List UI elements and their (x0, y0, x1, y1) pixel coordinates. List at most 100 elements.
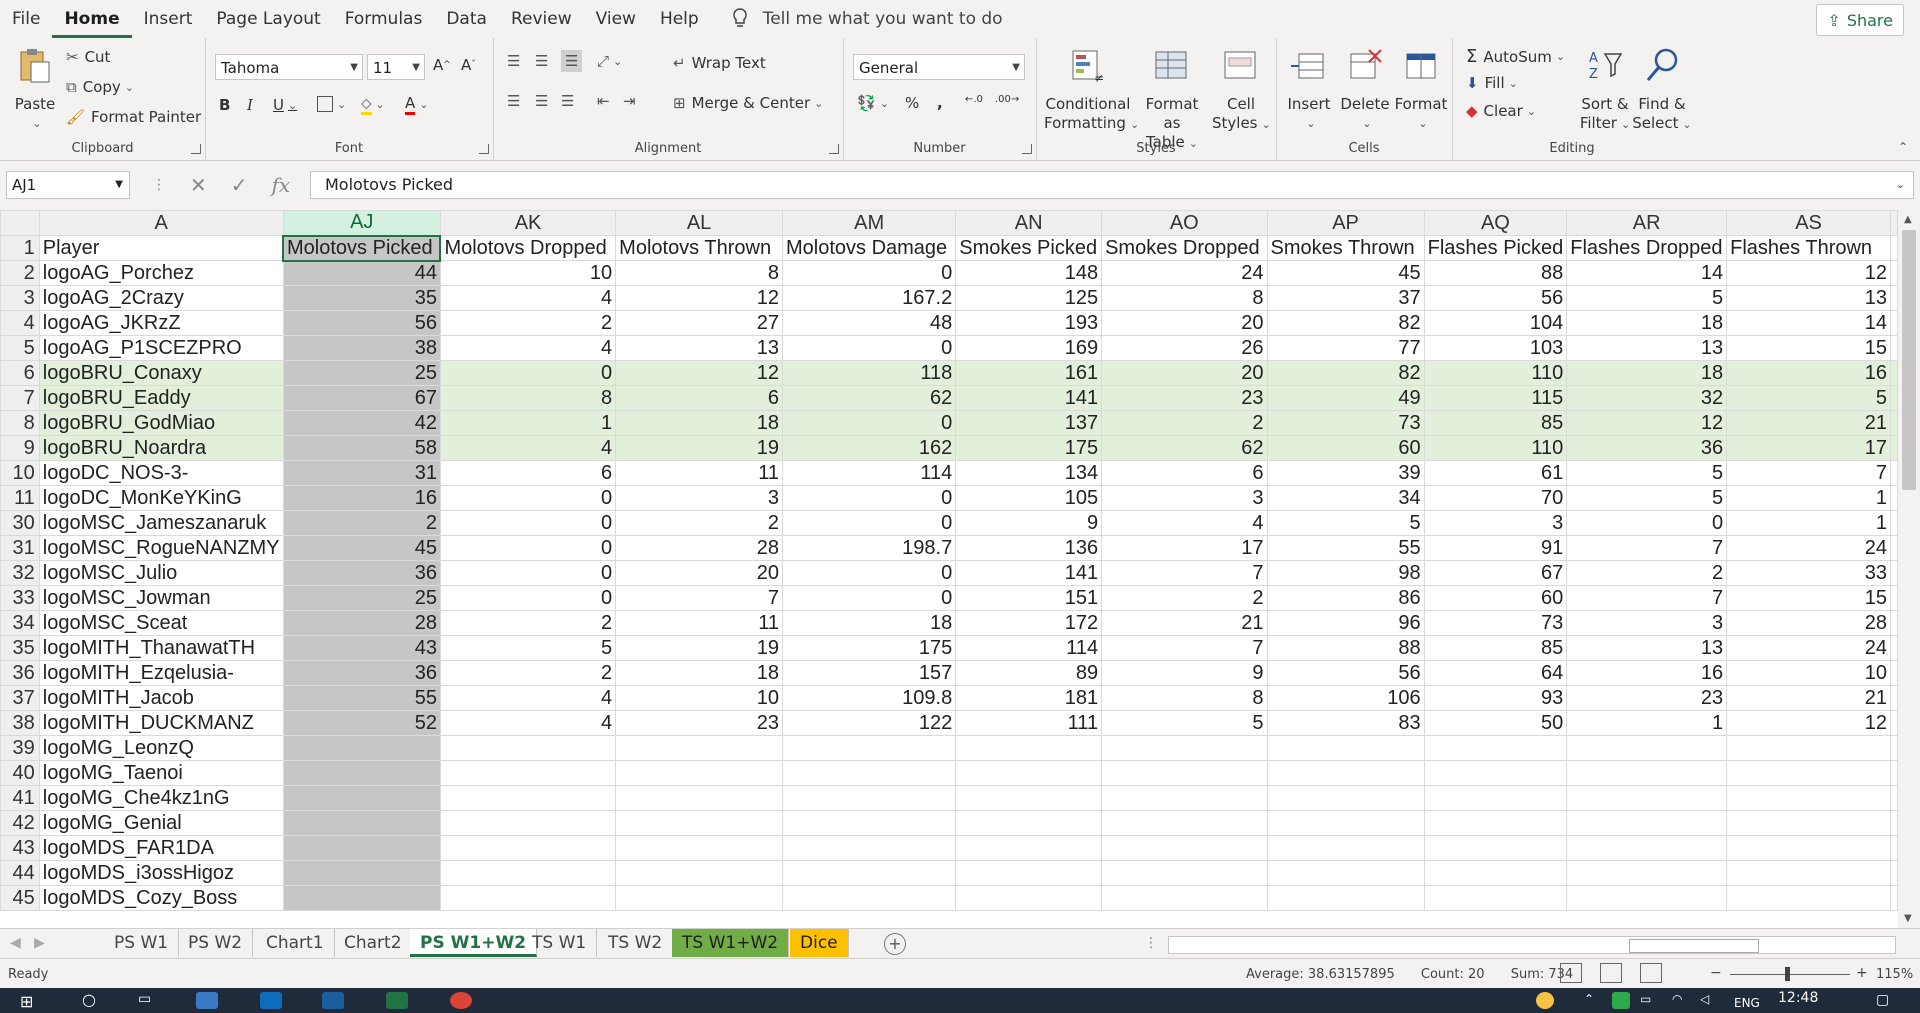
cell[interactable]: 167.2 (781, 285, 957, 311)
cell[interactable]: 17 (1726, 435, 1891, 461)
decrease-decimal-button[interactable]: .00→ (995, 94, 1019, 105)
cell[interactable]: 4 (439, 685, 617, 711)
format-cells-button[interactable]: Format ⌄ (1394, 46, 1448, 133)
row-header[interactable]: 10 (0, 460, 40, 486)
cell[interactable] (1423, 760, 1568, 786)
cell[interactable]: 85 (1423, 410, 1568, 436)
share-button[interactable]: ⇪ Share (1816, 4, 1904, 36)
cell[interactable]: 2 (1566, 560, 1728, 586)
splitter-icon[interactable]: ⋮ (1144, 935, 1158, 951)
cell[interactable]: 13 (1566, 635, 1728, 661)
cell[interactable]: logoBRU_Eaddy (38, 385, 284, 411)
clock[interactable]: 12:48 (1778, 990, 1818, 1006)
cell[interactable]: 88 (1266, 635, 1425, 661)
cell[interactable] (1566, 860, 1728, 886)
cell[interactable]: logoMITH_Ezqelusia- (38, 660, 284, 686)
windows-start-icon[interactable]: ⊞ (20, 992, 33, 1011)
cell[interactable]: 3 (615, 485, 783, 511)
cell[interactable]: 2 (1101, 410, 1268, 436)
dialog-launcher-icon[interactable] (479, 144, 489, 154)
cell[interactable]: 67 (1423, 560, 1568, 586)
cell[interactable]: 60 (1423, 585, 1568, 611)
cell[interactable] (282, 860, 441, 886)
cell[interactable] (1890, 335, 1898, 361)
cell[interactable]: logoAG_Porchez (38, 260, 284, 286)
cell[interactable]: 5 (1266, 510, 1425, 536)
cell[interactable]: logoBRU_GodMiao (38, 410, 284, 436)
cell[interactable] (1890, 810, 1898, 836)
cell[interactable]: logoDC_MonKeYKinG (38, 485, 284, 511)
task-view-icon[interactable]: ▭ (138, 991, 151, 1007)
cell[interactable]: 16 (1566, 660, 1728, 686)
cell[interactable] (1890, 410, 1898, 436)
cell[interactable]: logoMG_Che4kz1nG (38, 785, 284, 811)
cell[interactable]: 35 (282, 285, 441, 311)
row-header[interactable]: 7 (0, 385, 40, 411)
cell[interactable] (1423, 885, 1568, 911)
cell[interactable] (282, 735, 441, 761)
cell[interactable] (781, 835, 957, 861)
cell[interactable]: 110 (1423, 435, 1568, 461)
tab-nav-arrows[interactable]: ◀ ▶ (10, 935, 45, 951)
cell[interactable] (1566, 785, 1728, 811)
cell[interactable]: 42 (282, 410, 441, 436)
cell[interactable]: 82 (1266, 310, 1425, 336)
zoom-level[interactable]: 115% (1876, 967, 1913, 982)
cell[interactable]: Molotovs Damage (781, 235, 957, 261)
cell[interactable]: 114 (955, 635, 1103, 661)
cell[interactable] (439, 860, 617, 886)
align-top-button[interactable]: ☰ (507, 52, 520, 70)
row-header[interactable]: 35 (0, 635, 40, 661)
cell[interactable]: 45 (282, 535, 441, 561)
cell[interactable]: 13 (1726, 285, 1891, 311)
cell[interactable] (1890, 760, 1898, 786)
cell[interactable]: 106 (1266, 685, 1425, 711)
row-header[interactable]: 11 (0, 485, 40, 511)
cell[interactable]: 31 (282, 460, 441, 486)
cell[interactable] (1890, 685, 1898, 711)
cell[interactable]: 23 (1101, 385, 1268, 411)
cell[interactable] (955, 860, 1103, 886)
insert-function-icon[interactable]: fx (272, 173, 291, 197)
cell[interactable]: 12 (1726, 710, 1891, 736)
borders-button[interactable]: ⌄ (317, 96, 346, 112)
cell[interactable]: 25 (282, 360, 441, 386)
align-right-button[interactable]: ☰ (561, 92, 574, 110)
cell[interactable]: 28 (282, 610, 441, 636)
format-as-table-button[interactable]: Format as Table ⌄ (1136, 46, 1208, 153)
cell[interactable]: 3 (1566, 610, 1728, 636)
cell[interactable]: 77 (1266, 335, 1425, 361)
cell[interactable]: 18 (615, 660, 783, 686)
cell[interactable]: 0 (439, 510, 617, 536)
cell[interactable]: 4 (439, 710, 617, 736)
cell[interactable] (615, 735, 783, 761)
cell[interactable] (955, 735, 1103, 761)
cell[interactable]: logoMG_LeonzQ (38, 735, 284, 761)
cell[interactable] (1101, 860, 1268, 886)
column-header-ak[interactable]: AK (439, 210, 617, 236)
cell[interactable] (1423, 810, 1568, 836)
percent-button[interactable]: % (905, 94, 919, 112)
wrap-text-button[interactable]: ↵ Wrap Text (673, 54, 766, 72)
cell[interactable]: 122 (781, 710, 957, 736)
cell[interactable] (439, 885, 617, 911)
cell[interactable]: 20 (1101, 310, 1268, 336)
horizontal-scroll-thumb[interactable] (1629, 939, 1759, 953)
cell[interactable]: 39 (1266, 460, 1425, 486)
cell[interactable] (1266, 860, 1425, 886)
merge-center-button[interactable]: ⊞ Merge & Center ⌄ (673, 94, 823, 112)
cell[interactable]: 24 (1726, 535, 1891, 561)
dialog-launcher-icon[interactable] (1022, 144, 1032, 154)
italic-button[interactable]: I (247, 96, 253, 114)
cell[interactable] (282, 885, 441, 911)
cell[interactable] (282, 760, 441, 786)
cell[interactable]: 8 (439, 385, 617, 411)
cell[interactable] (1423, 735, 1568, 761)
normal-view-icon[interactable] (1560, 963, 1582, 983)
clear-button[interactable]: ◆ Clear ⌄ (1466, 102, 1536, 120)
cell[interactable]: 18 (1566, 310, 1728, 336)
cell[interactable]: 73 (1266, 410, 1425, 436)
cell[interactable]: 89 (955, 660, 1103, 686)
cell[interactable] (1890, 260, 1898, 286)
align-bottom-button[interactable]: ☰ (561, 50, 583, 72)
